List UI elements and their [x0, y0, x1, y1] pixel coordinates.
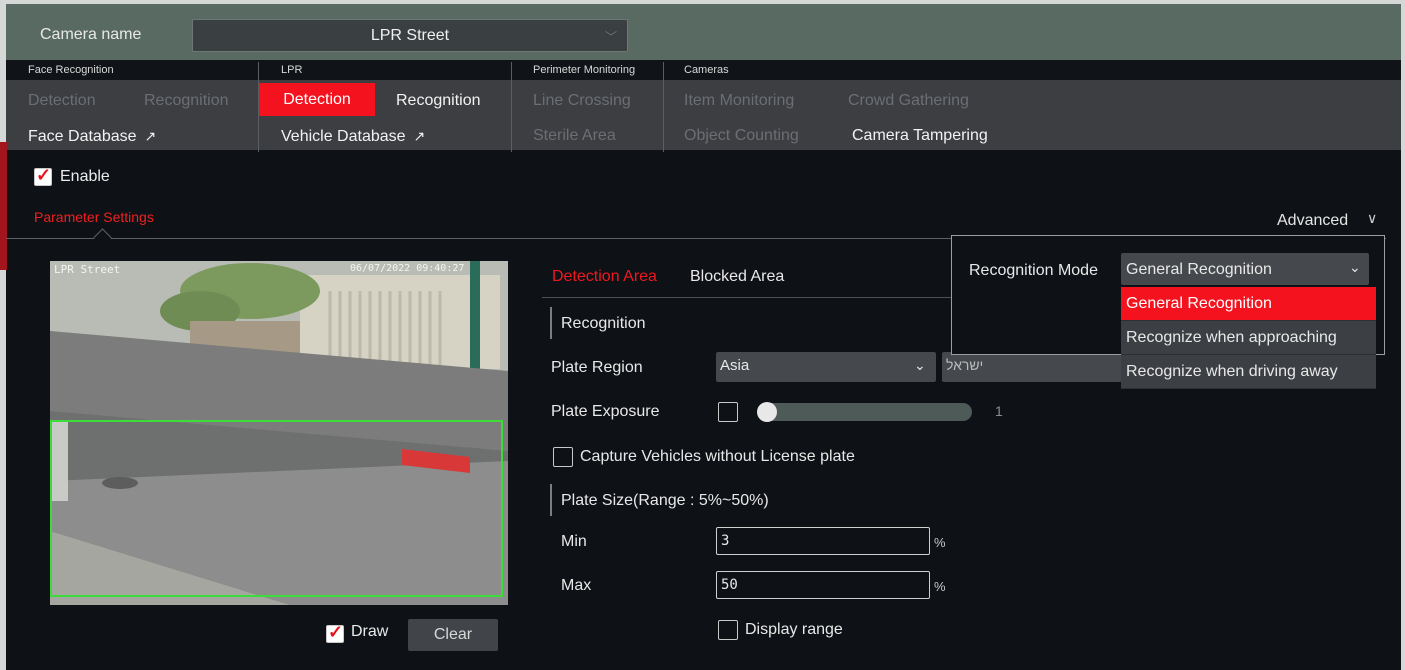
- tab-sterile-area[interactable]: Sterile Area: [533, 126, 616, 146]
- category-face-recognition: Face Recognition: [28, 64, 114, 76]
- option-recognize-approaching[interactable]: Recognize when approaching: [1121, 321, 1376, 355]
- plate-exposure-label: Plate Exposure: [551, 403, 660, 420]
- tab-face-recognition[interactable]: Recognition: [144, 91, 229, 111]
- divider: [663, 62, 664, 152]
- divider: [511, 62, 512, 152]
- chevron-down-icon: ⌄: [1349, 259, 1361, 275]
- plate-exposure-slider[interactable]: [760, 403, 972, 421]
- recognition-mode-options: General Recognition Recognize when appro…: [1121, 287, 1376, 389]
- checkmark-icon: ✓: [36, 165, 52, 185]
- draw-checkbox[interactable]: ✓: [326, 622, 344, 643]
- option-general-recognition[interactable]: General Recognition: [1121, 287, 1376, 321]
- enable-checkbox[interactable]: ✓: [34, 165, 52, 186]
- tab-face-detection[interactable]: Detection: [28, 91, 96, 111]
- percent-unit: %: [934, 535, 946, 550]
- external-link-icon: ↗: [413, 128, 426, 144]
- recognition-mode-select[interactable]: General Recognition ⌄: [1121, 253, 1369, 285]
- face-database-link[interactable]: Face Database ↗: [28, 126, 156, 146]
- camera-select[interactable]: LPR Street ﹀: [192, 19, 628, 52]
- street-scene-image: [50, 261, 508, 605]
- draw-label: Draw: [351, 623, 389, 640]
- plate-size-section-title: Plate Size(Range : 5%~50%): [561, 492, 769, 509]
- vehicle-database-link[interactable]: Vehicle Database ↗: [281, 126, 425, 146]
- plate-region-select[interactable]: Asia ⌄: [716, 352, 936, 382]
- country-select[interactable]: ישראל: [942, 352, 1122, 382]
- min-size-input[interactable]: [716, 527, 930, 555]
- recognition-mode-label: Recognition Mode: [969, 262, 1098, 279]
- max-label: Max: [561, 577, 592, 594]
- camera-name-label: Camera name: [40, 26, 142, 43]
- plate-region-value: Asia: [720, 357, 750, 374]
- advanced-toggle[interactable]: Advanced: [1277, 212, 1348, 230]
- tab-lpr-detection[interactable]: Detection: [259, 83, 375, 116]
- tab-item-monitoring[interactable]: Item Monitoring: [684, 91, 794, 111]
- recognition-section-title: Recognition: [561, 315, 646, 332]
- capture-without-plate-checkbox[interactable]: [553, 447, 573, 467]
- plate-exposure-checkbox[interactable]: [718, 402, 738, 422]
- checkmark-icon: ✓: [328, 622, 344, 642]
- section-marker: [550, 307, 552, 339]
- divider: [542, 297, 962, 298]
- category-lpr: LPR: [281, 64, 303, 76]
- category-perimeter: Perimeter Monitoring: [533, 64, 636, 76]
- osd-camera-name: LPR Street: [54, 263, 121, 276]
- percent-unit: %: [934, 579, 946, 594]
- clear-button[interactable]: Clear: [408, 619, 498, 651]
- vehicle-database-label: Vehicle Database: [281, 128, 406, 145]
- section-marker: [550, 484, 552, 516]
- enable-label: Enable: [60, 168, 110, 185]
- capture-without-plate-label: Capture Vehicles without License plate: [580, 448, 855, 465]
- tab-blocked-area[interactable]: Blocked Area: [690, 268, 784, 286]
- tab-detection-area[interactable]: Detection Area: [552, 268, 657, 286]
- left-accent-bar: [0, 142, 7, 270]
- min-label: Min: [561, 533, 587, 550]
- chevron-down-icon: ﹀: [604, 30, 617, 44]
- tab-crowd-gathering[interactable]: Crowd Gathering: [848, 91, 969, 111]
- plate-exposure-value: 1: [995, 403, 1003, 419]
- tab-camera-tampering[interactable]: Camera Tampering: [852, 126, 988, 146]
- option-recognize-driving-away[interactable]: Recognize when driving away: [1121, 355, 1376, 389]
- camera-select-value: LPR Street: [370, 27, 450, 44]
- display-range-label: Display range: [745, 621, 843, 638]
- display-range-checkbox[interactable]: [718, 620, 738, 640]
- tab-lpr-recognition[interactable]: Recognition: [396, 91, 481, 111]
- category-cameras: Cameras: [684, 64, 729, 76]
- chevron-down-icon[interactable]: ∨: [1367, 210, 1377, 227]
- chevron-down-icon: ⌄: [914, 357, 926, 373]
- plate-region-label: Plate Region: [551, 359, 643, 376]
- max-size-input[interactable]: [716, 571, 930, 599]
- external-link-icon: ↗: [144, 128, 157, 144]
- country-value: ישראל: [946, 357, 984, 373]
- face-database-label: Face Database: [28, 128, 137, 145]
- recognition-mode-value: General Recognition: [1126, 261, 1272, 278]
- osd-timestamp: 06/07/2022 09:40:27: [350, 263, 465, 274]
- slider-handle[interactable]: [757, 402, 777, 422]
- camera-preview[interactable]: LPR Street 06/07/2022 09:40:27: [50, 261, 508, 605]
- parameter-settings-tab[interactable]: Parameter Settings: [34, 209, 154, 225]
- tab-line-crossing[interactable]: Line Crossing: [533, 91, 631, 111]
- tab-object-counting[interactable]: Object Counting: [684, 126, 799, 146]
